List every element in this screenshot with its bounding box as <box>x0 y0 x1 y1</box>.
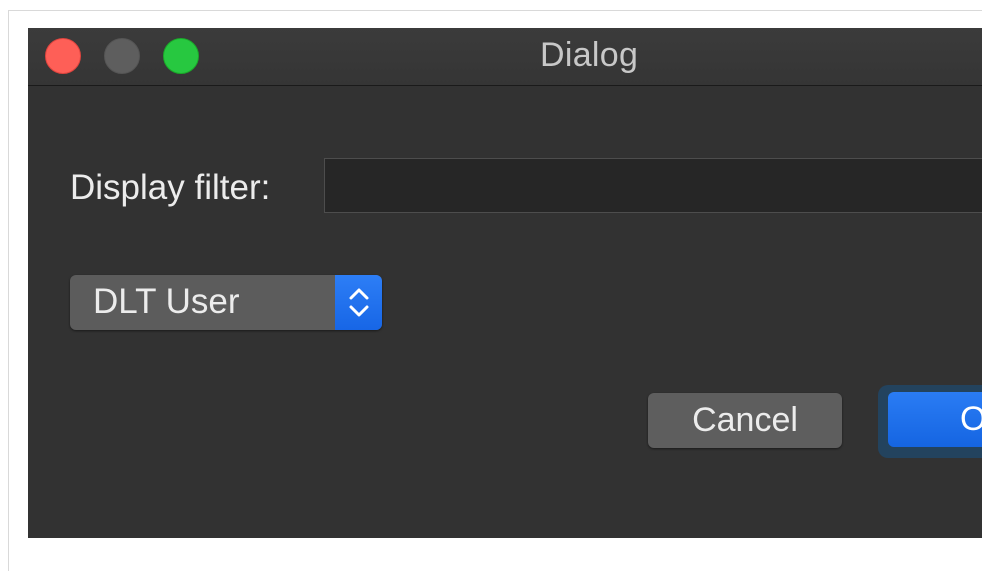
minimize-window-button[interactable] <box>104 38 140 74</box>
ok-button[interactable]: O <box>888 392 982 447</box>
screenshot: Dialog Display filter: DLT User Cancel O <box>0 0 982 571</box>
chevron-up-down-icon <box>349 288 369 317</box>
display-filter-input[interactable] <box>324 158 982 213</box>
cancel-button[interactable]: Cancel <box>648 393 842 448</box>
title-bar[interactable]: Dialog <box>28 28 982 86</box>
maximize-window-button[interactable] <box>163 38 199 74</box>
window-title: Dialog <box>540 36 639 74</box>
protocol-select[interactable]: DLT User <box>70 275 382 330</box>
dialog-window: Dialog Display filter: DLT User Cancel O <box>28 28 982 538</box>
display-filter-label: Display filter: <box>70 168 271 207</box>
close-window-button[interactable] <box>45 38 81 74</box>
protocol-select-value: DLT User <box>93 282 240 321</box>
select-stepper[interactable] <box>335 275 382 330</box>
